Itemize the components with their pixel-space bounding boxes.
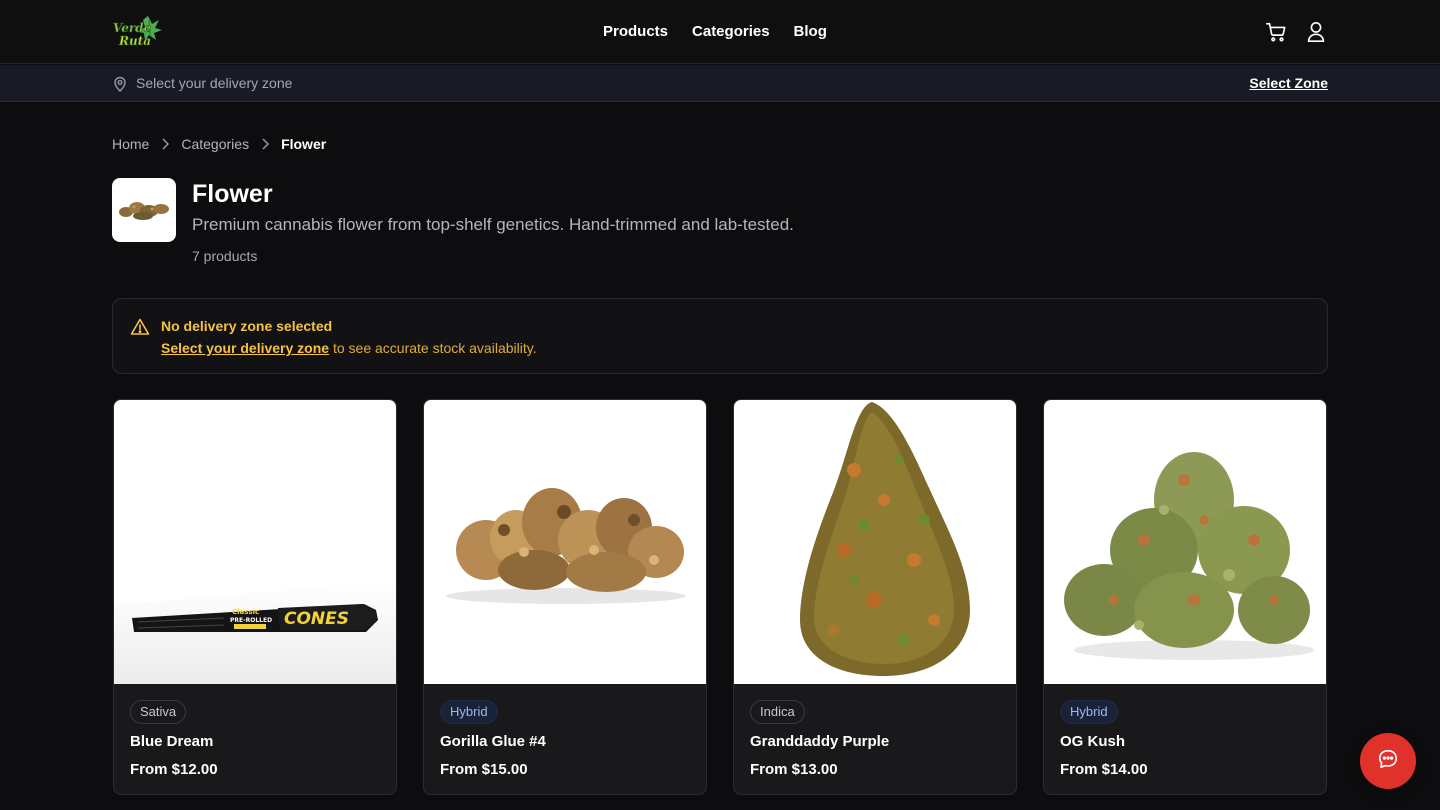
product-name[interactable]: OG Kush [1060, 732, 1125, 752]
cone-brand-label: CONES [284, 609, 349, 629]
strain-type-badge: Sativa [130, 700, 187, 724]
cone-label-prerolled: PRE-ROLLED [230, 617, 272, 624]
page-title: Flower [192, 180, 273, 208]
product-price: From $14.00 [1060, 761, 1148, 778]
product-image[interactable] [1044, 400, 1326, 684]
product-count: 7 products [192, 248, 258, 264]
strain-type-badge: Indica [750, 700, 805, 724]
chat-button[interactable] [1360, 733, 1416, 789]
product-image[interactable] [734, 400, 1016, 684]
site-header: Verde Ruta Products Categories Blog [0, 0, 1440, 64]
product-name[interactable]: Blue Dream [130, 732, 213, 752]
breadcrumb-categories[interactable]: Categories [181, 135, 249, 153]
chat-bubble-icon [1377, 748, 1399, 775]
product-card[interactable]: Hybrid Gorilla Glue #4 From $15.00 [423, 399, 707, 795]
warning-triangle-icon [130, 317, 150, 337]
user-icon[interactable] [1304, 20, 1328, 44]
svg-text:Ruta: Ruta [118, 34, 151, 48]
delivery-zone-alert: No delivery zone selected Select your de… [112, 298, 1328, 374]
product-name[interactable]: Granddaddy Purple [750, 732, 889, 752]
nav-categories[interactable]: Categories [692, 22, 770, 42]
breadcrumb-current: Flower [281, 136, 327, 152]
product-price: From $12.00 [130, 761, 218, 778]
delivery-zone-prompt: Select your delivery zone [136, 75, 293, 91]
product-card[interactable]: CONES Classic PRE-ROLLED Sativa Blue Dre… [113, 399, 397, 795]
breadcrumb: Home Categories Flower [112, 135, 326, 153]
strain-type-badge: Hybrid [1060, 700, 1118, 724]
main-nav: Products Categories Blog [603, 22, 827, 42]
alert-title: No delivery zone selected [161, 318, 333, 334]
category-description: Premium cannabis flower from top-shelf g… [192, 215, 794, 234]
product-image[interactable]: CONES Classic PRE-ROLLED [114, 400, 396, 684]
alert-body-text: to see accurate stock availability. [329, 340, 537, 356]
nav-products[interactable]: Products [603, 22, 668, 42]
chevron-right-icon [261, 138, 270, 150]
cart-icon[interactable] [1264, 20, 1288, 44]
location-pin-icon [112, 76, 128, 92]
strain-type-badge: Hybrid [440, 700, 498, 724]
site-logo[interactable]: Verde Ruta [112, 14, 162, 50]
delivery-zone-bar: Select your delivery zone Select Zone [0, 65, 1440, 102]
product-card[interactable]: Hybrid OG Kush From $14.00 [1043, 399, 1327, 795]
product-card[interactable]: Indica Granddaddy Purple From $13.00 [733, 399, 1017, 795]
svg-text:Verde: Verde [113, 21, 152, 35]
chevron-right-icon [161, 138, 170, 150]
logo-graphic: Verde Ruta [113, 16, 162, 48]
breadcrumb-home[interactable]: Home [112, 135, 149, 153]
product-image[interactable] [424, 400, 706, 684]
cone-label-classic: Classic [232, 608, 259, 616]
category-thumbnail [112, 178, 176, 242]
nav-blog[interactable]: Blog [794, 22, 827, 42]
select-zone-link[interactable]: Select Zone [1249, 74, 1328, 92]
product-name[interactable]: Gorilla Glue #4 [440, 732, 546, 752]
product-price: From $15.00 [440, 761, 528, 778]
alert-body: Select your delivery zone to see accurat… [161, 339, 537, 357]
alert-select-zone-link[interactable]: Select your delivery zone [161, 340, 329, 356]
product-price: From $13.00 [750, 761, 838, 778]
